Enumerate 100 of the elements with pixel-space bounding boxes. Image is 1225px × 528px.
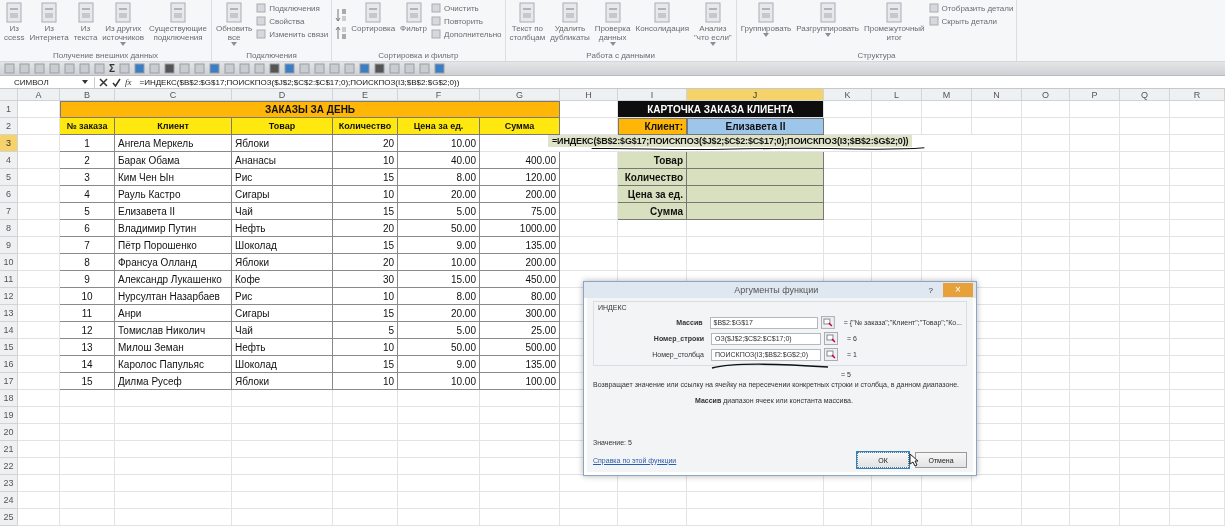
empty-cell[interactable] <box>1170 118 1225 135</box>
empty-cell[interactable] <box>1120 373 1170 390</box>
empty-cell[interactable] <box>333 441 398 458</box>
empty-cell[interactable] <box>1070 203 1120 220</box>
empty-cell[interactable] <box>824 254 872 271</box>
empty-cell[interactable] <box>232 441 333 458</box>
empty-cell[interactable] <box>972 220 1022 237</box>
row-header[interactable]: 20 <box>0 424 18 441</box>
empty-cell[interactable] <box>1070 322 1120 339</box>
row-header[interactable]: 15 <box>0 339 18 356</box>
row-header[interactable]: 21 <box>0 441 18 458</box>
empty-cell[interactable] <box>922 152 972 169</box>
empty-cell[interactable] <box>1170 220 1225 237</box>
empty-cell[interactable] <box>618 492 687 509</box>
empty-cell[interactable] <box>60 492 115 509</box>
empty-cell[interactable] <box>1022 135 1070 152</box>
empty-cell[interactable] <box>1070 305 1120 322</box>
ribbon-button[interactable]: Изменить связи <box>256 29 329 39</box>
empty-cell[interactable] <box>922 169 972 186</box>
empty-cell[interactable] <box>1170 339 1225 356</box>
ribbon-button[interactable]: Из Интернета <box>28 2 70 42</box>
row-header[interactable]: 17 <box>0 373 18 390</box>
empty-cell[interactable] <box>480 441 560 458</box>
column-header[interactable]: H <box>560 89 618 101</box>
empty-cell[interactable] <box>1022 305 1070 322</box>
column-header[interactable]: I <box>618 89 687 101</box>
ribbon-button[interactable]: Проверка данных <box>593 2 632 46</box>
empty-cell[interactable] <box>1120 509 1170 526</box>
empty-cell[interactable] <box>398 424 480 441</box>
value-cell[interactable] <box>687 169 824 186</box>
empty-cell[interactable] <box>1120 288 1170 305</box>
empty-cell[interactable] <box>1120 135 1170 152</box>
empty-cell[interactable] <box>1120 441 1170 458</box>
empty-cell[interactable] <box>1022 356 1070 373</box>
ribbon-button[interactable]: Разгруппировать <box>795 2 860 37</box>
empty-cell[interactable] <box>1070 407 1120 424</box>
empty-cell[interactable] <box>1120 339 1170 356</box>
column-header[interactable]: R <box>1170 89 1225 101</box>
empty-cell[interactable] <box>1120 322 1170 339</box>
column-header[interactable]: D <box>232 89 333 101</box>
empty-cell[interactable] <box>1170 101 1225 118</box>
empty-cell[interactable] <box>1022 203 1070 220</box>
empty-cell[interactable] <box>972 152 1022 169</box>
empty-cell[interactable] <box>922 118 972 135</box>
empty-cell[interactable] <box>1120 458 1170 475</box>
empty-cell[interactable] <box>1070 339 1120 356</box>
empty-cell[interactable] <box>1120 390 1170 407</box>
ribbon-button[interactable]: Подключения <box>256 3 329 13</box>
empty-cell[interactable] <box>1022 186 1070 203</box>
empty-cell[interactable] <box>1070 373 1120 390</box>
empty-cell[interactable] <box>1022 152 1070 169</box>
empty-cell[interactable] <box>560 254 618 271</box>
empty-cell[interactable] <box>1170 237 1225 254</box>
ribbon-button[interactable]: Дополнительно <box>430 29 502 39</box>
empty-cell[interactable] <box>1170 509 1225 526</box>
client-name-cell[interactable]: Елизавета II <box>687 118 824 135</box>
empty-cell[interactable] <box>872 254 922 271</box>
empty-cell[interactable] <box>824 220 872 237</box>
empty-cell[interactable] <box>1070 475 1120 492</box>
empty-cell[interactable] <box>872 101 922 118</box>
empty-cell[interactable] <box>60 407 115 424</box>
empty-cell[interactable] <box>1120 152 1170 169</box>
empty-cell[interactable] <box>1070 509 1120 526</box>
empty-cell[interactable] <box>872 186 922 203</box>
empty-cell[interactable] <box>972 492 1022 509</box>
empty-cell[interactable] <box>1070 186 1120 203</box>
row-header[interactable]: 1 <box>0 101 18 118</box>
ribbon-button[interactable]: Отобразить детали <box>928 3 1014 13</box>
empty-cell[interactable] <box>922 186 972 203</box>
empty-cell[interactable] <box>1022 424 1070 441</box>
empty-cell[interactable] <box>972 203 1022 220</box>
empty-cell[interactable] <box>115 407 232 424</box>
empty-cell[interactable] <box>1170 356 1225 373</box>
ribbon-button[interactable]: Промежуточный итог <box>862 2 926 42</box>
empty-cell[interactable] <box>115 458 232 475</box>
empty-cell[interactable] <box>687 254 824 271</box>
ribbon-button[interactable]: Сортировка <box>350 2 397 33</box>
empty-cell[interactable] <box>922 101 972 118</box>
select-all-button[interactable] <box>0 89 18 101</box>
empty-cell[interactable] <box>1120 220 1170 237</box>
ribbon-button[interactable]: Обновить все <box>215 2 254 46</box>
empty-cell[interactable] <box>1022 390 1070 407</box>
empty-cell[interactable] <box>398 441 480 458</box>
ribbon-button[interactable]: Из текста <box>72 2 99 42</box>
empty-cell[interactable] <box>480 390 560 407</box>
empty-cell[interactable] <box>824 492 872 509</box>
empty-cell[interactable] <box>1022 339 1070 356</box>
row-header[interactable]: 11 <box>0 271 18 288</box>
empty-cell[interactable] <box>480 424 560 441</box>
ribbon-button[interactable]: Скрыть детали <box>928 16 1014 26</box>
empty-cell[interactable] <box>1170 373 1225 390</box>
ribbon-button[interactable]: Повторить <box>430 16 502 26</box>
empty-cell[interactable] <box>1022 118 1070 135</box>
empty-cell[interactable] <box>872 169 922 186</box>
empty-cell[interactable] <box>1022 492 1070 509</box>
ribbon-button[interactable]: Группировать <box>739 2 793 37</box>
empty-cell[interactable] <box>333 407 398 424</box>
empty-cell[interactable] <box>1022 237 1070 254</box>
empty-cell[interactable] <box>115 492 232 509</box>
empty-cell[interactable] <box>1170 271 1225 288</box>
